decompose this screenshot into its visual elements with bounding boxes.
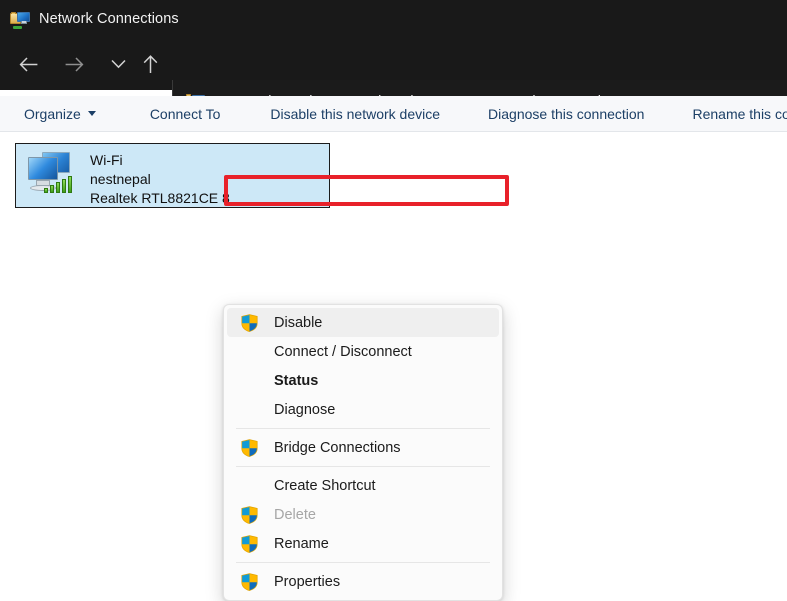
context-menu-item-diagnose[interactable]: Diagnose [227,395,499,424]
toolbar-item-organize[interactable]: Organize [18,106,102,122]
connections-list: Wi-Fi nestnepal Realtek RTL8821CE 8 Disa… [0,132,787,601]
folder-network-icon [10,10,30,29]
context-menu-label: Delete [274,506,316,523]
title-bar: Network Connections [0,0,787,38]
context-menu-label: Rename [274,535,329,552]
toolbar-label: Rename this conne [692,105,787,122]
toolbar-label: Organize [24,105,81,122]
navigation-bar: › Control Panel › Network and Internet ›… [0,38,787,124]
command-toolbar: Organize Connect To Disable this network… [0,96,787,132]
menu-separator [236,466,490,467]
uac-shield-icon [241,438,258,457]
uac-shield-icon [241,572,258,591]
connection-adapter: Realtek RTL8821CE 8 [90,190,230,206]
menu-separator [236,562,490,563]
context-menu-item-rename[interactable]: Rename [227,529,499,558]
context-menu-label: Bridge Connections [274,439,401,456]
context-menu-label: Status [274,372,319,389]
menu-separator [236,428,490,429]
connection-name: Wi-Fi [90,152,123,168]
context-menu-label: Properties [274,573,341,590]
toolbar-item-connect-to[interactable]: Connect To [144,106,227,122]
context-menu-item-delete: Delete [227,500,499,529]
toolbar-label: Diagnose this connection [488,105,645,122]
uac-shield-icon [241,313,258,332]
context-menu-label: Connect / Disconnect [274,343,412,360]
connection-item-wifi[interactable]: Wi-Fi nestnepal Realtek RTL8821CE 8 [15,143,330,208]
network-adapter-icon [22,149,80,201]
uac-shield-icon [241,534,258,553]
arrow-up-icon[interactable] [134,48,166,80]
context-menu-item-properties[interactable]: Properties [227,567,499,596]
context-menu-label: Create Shortcut [274,477,376,494]
toolbar-item-disable-device[interactable]: Disable this network device [264,106,446,122]
chevron-down-icon [87,111,96,116]
context-menu-item-connect-disconnect[interactable]: Connect / Disconnect [227,337,499,366]
toolbar-item-diagnose-connection[interactable]: Diagnose this connection [482,106,650,122]
forward-icon[interactable] [58,48,90,80]
window-title: Network Connections [39,11,179,27]
context-menu-label: Diagnose [274,401,336,418]
context-menu-item-bridge-connections[interactable]: Bridge Connections [227,433,499,462]
toolbar-label: Disable this network device [270,105,441,122]
uac-shield-icon [241,505,258,524]
toolbar-item-rename-connection[interactable]: Rename this conne [686,106,787,122]
context-menu-item-status[interactable]: Status [227,366,499,395]
context-menu-label: Disable [274,314,323,331]
back-icon[interactable] [12,48,44,80]
chevron-down-icon[interactable] [102,48,134,80]
connection-network: nestnepal [90,171,151,187]
toolbar-label: Connect To [149,105,221,122]
context-menu-item-create-shortcut[interactable]: Create Shortcut [227,471,499,500]
context-menu: Disable Connect / Disconnect Status Diag… [223,304,503,601]
context-menu-item-disable[interactable]: Disable [227,308,499,337]
